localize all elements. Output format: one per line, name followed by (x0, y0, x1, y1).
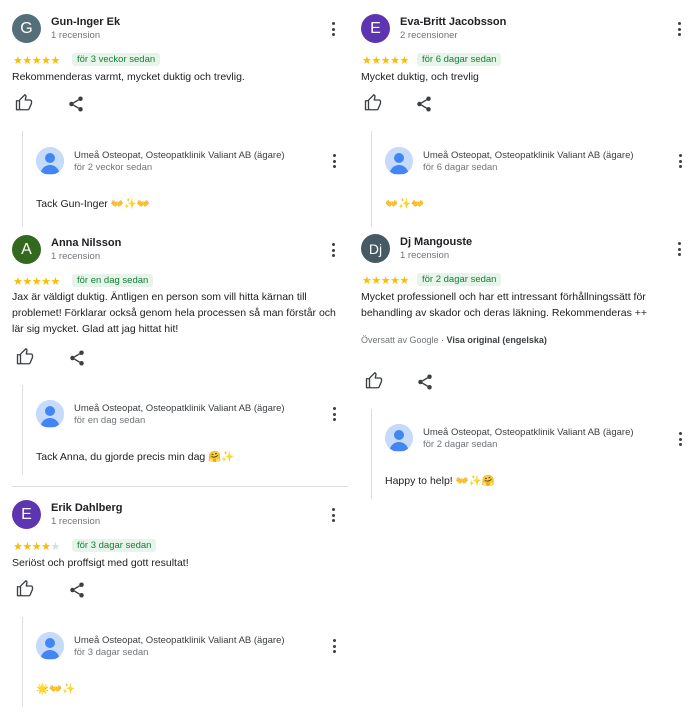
owner-reply: Umeå Osteopat, Osteopatklinik Valiant AB… (371, 409, 690, 499)
owner-name[interactable]: Umeå Osteopat, Osteopatklinik Valiant AB… (423, 150, 634, 161)
star-rating: ★★★★★ (13, 276, 60, 288)
review-count: 1 recension (400, 250, 450, 261)
more-vert-icon[interactable] (326, 19, 340, 39)
avatar[interactable] (385, 147, 413, 175)
owner-name[interactable]: Umeå Osteopat, Osteopatklinik Valiant AB… (74, 403, 285, 414)
reviewer-name[interactable]: Gun-Inger Ek (51, 16, 120, 28)
avatar[interactable]: E (361, 14, 390, 43)
review-text-line: problemet! Förklarar också genom hela pr… (12, 307, 336, 319)
more-vert-icon[interactable] (672, 239, 686, 259)
more-vert-icon[interactable] (673, 429, 687, 449)
review-text-line: behandling av skador och deras läkning. … (361, 307, 648, 319)
star-rating: ★★★★★ (362, 55, 409, 67)
more-vert-icon[interactable] (672, 19, 686, 39)
thumb-up-icon[interactable] (365, 372, 383, 390)
avatar[interactable] (385, 424, 413, 452)
more-vert-icon[interactable] (326, 505, 340, 525)
review-text: Jax är väldigt duktig. Äntligen en perso… (12, 289, 336, 337)
owner-reply: Umeå Osteopat, Osteopatklinik Valiant AB… (22, 131, 343, 227)
avatar[interactable]: G (12, 14, 41, 43)
avatar[interactable]: E (12, 500, 41, 529)
thumb-up-icon[interactable] (364, 94, 382, 112)
reviewer-name[interactable]: Dj Mangouste (400, 236, 472, 248)
reply-time: för 6 dagar sedan (423, 162, 498, 173)
star-rating: ★★★★★ (13, 55, 60, 67)
translation-note: Översatt av Google · Visa original (enge… (361, 335, 547, 345)
review-count: 1 recension (51, 251, 101, 262)
reply-time: för 3 dagar sedan (74, 647, 149, 658)
reply-text: Tack Gun-Inger 👐✨👐 (36, 198, 150, 210)
avatar[interactable] (36, 147, 64, 175)
more-vert-icon[interactable] (327, 636, 341, 656)
thumb-up-icon[interactable] (16, 348, 34, 366)
review-divider (12, 486, 348, 487)
reply-time: för en dag sedan (74, 415, 146, 426)
review-text: Rekommenderas varmt, mycket duktig och t… (12, 71, 245, 83)
review-time: för 6 dagar sedan (417, 53, 502, 66)
owner-name[interactable]: Umeå Osteopat, Osteopatklinik Valiant AB… (423, 427, 634, 438)
owner-name[interactable]: Umeå Osteopat, Osteopatklinik Valiant AB… (74, 635, 285, 646)
review-time: för en dag sedan (72, 274, 154, 287)
more-vert-icon[interactable] (327, 151, 341, 171)
review-text-line: lär sig mycket. Glad att jag hittat hit! (12, 323, 179, 335)
more-vert-icon[interactable] (327, 404, 341, 424)
star-rating: ★★★★★ (362, 275, 409, 287)
view-original-link[interactable]: Visa original (engelska) (447, 335, 547, 345)
review-count: 1 recension (51, 516, 101, 527)
avatar[interactable]: A (12, 235, 41, 264)
reviewer-name[interactable]: Anna Nilsson (51, 237, 121, 249)
review-count: 2 recensioner (400, 30, 458, 41)
review-time: för 3 dagar sedan (72, 539, 157, 552)
review-text: Mycket duktig, och trevlig (361, 71, 479, 83)
share-icon[interactable] (68, 349, 86, 367)
reviewer-name[interactable]: Erik Dahlberg (51, 502, 123, 514)
review-text-line: Jax är väldigt duktig. Äntligen en perso… (12, 291, 307, 303)
reply-text: 🌟👐✨ (36, 683, 76, 695)
reply-text: Tack Anna, du gjorde precis min dag 🤗✨ (36, 451, 235, 463)
review-text: Seriöst och proffsigt med gott resultat! (12, 557, 189, 569)
review-text-line: Mycket professionell och har ett intress… (361, 291, 646, 303)
share-icon[interactable] (68, 581, 86, 599)
translated-label: Översatt av Google · (361, 335, 447, 345)
share-icon[interactable] (67, 95, 85, 113)
reply-time: för 2 veckor sedan (74, 162, 153, 173)
owner-reply: Umeå Osteopat, Osteopatklinik Valiant AB… (22, 385, 343, 475)
more-vert-icon[interactable] (673, 151, 687, 171)
share-icon[interactable] (415, 95, 433, 113)
avatar[interactable] (36, 400, 64, 428)
review-text: Mycket professionell och har ett intress… (361, 289, 647, 321)
thumb-up-icon[interactable] (15, 94, 33, 112)
owner-reply: Umeå Osteopat, Osteopatklinik Valiant AB… (22, 617, 343, 707)
share-icon[interactable] (416, 373, 434, 391)
reply-text: Happy to help! 👐✨🤗 (385, 475, 495, 487)
more-vert-icon[interactable] (326, 240, 340, 260)
review-time: för 2 dagar sedan (417, 273, 502, 286)
reply-text: 👐✨👐 (385, 198, 425, 210)
reviewer-name[interactable]: Eva-Britt Jacobsson (400, 16, 506, 28)
review-time: för 3 veckor sedan (72, 53, 161, 66)
avatar[interactable]: Dj (361, 234, 390, 263)
thumb-up-icon[interactable] (16, 580, 34, 598)
avatar[interactable] (36, 632, 64, 660)
reply-time: för 2 dagar sedan (423, 439, 498, 450)
star-rating: ★★★★★ (13, 541, 60, 553)
review-count: 1 recension (51, 30, 101, 41)
owner-name[interactable]: Umeå Osteopat, Osteopatklinik Valiant AB… (74, 150, 285, 161)
owner-reply: Umeå Osteopat, Osteopatklinik Valiant AB… (371, 131, 690, 227)
